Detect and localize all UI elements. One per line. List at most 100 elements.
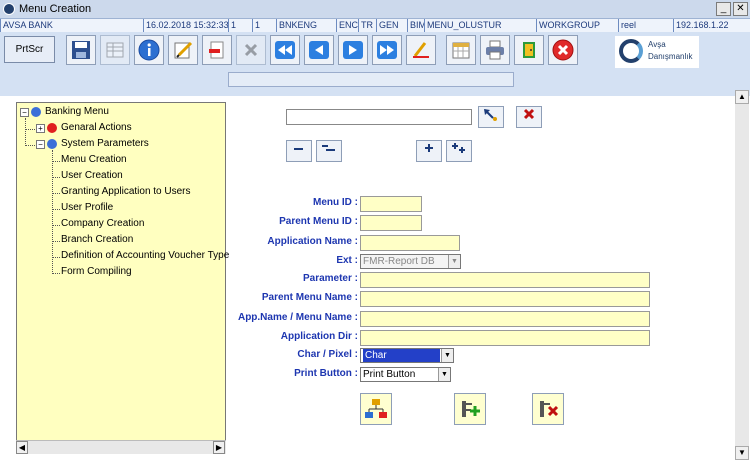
application-name-field[interactable]	[360, 235, 460, 251]
info-icon[interactable]	[134, 35, 164, 65]
collapse-icon[interactable]: −	[20, 108, 29, 117]
app-icon	[3, 3, 15, 15]
progress-bar	[228, 72, 514, 87]
red-x-icon	[523, 108, 535, 120]
edit-icon[interactable]	[168, 35, 198, 65]
grid-icon[interactable]	[100, 35, 130, 65]
hierarchy-button[interactable]	[360, 393, 392, 425]
logo-text: Avşa	[648, 40, 666, 49]
folder-icon	[47, 123, 57, 133]
window-title: Menu Creation	[19, 3, 92, 15]
print-button-select[interactable]: Print Button ▼	[360, 367, 451, 382]
tree-group[interactable]: System Parameters	[61, 138, 149, 149]
company-logo: Avşa Danışmanlık	[615, 36, 699, 68]
clear-icon[interactable]	[406, 35, 436, 65]
application-dir-label: Application Dir :	[280, 331, 358, 342]
parent-menu-name-label: Parent Menu Name :	[261, 292, 358, 303]
application-dir-field[interactable]	[360, 330, 650, 346]
ext-value: FMR-Report DB	[363, 256, 435, 267]
prtscr-button[interactable]: PrtScr	[4, 36, 55, 63]
indent-icon	[322, 145, 335, 151]
parent-menu-id-label: Parent Menu ID :	[279, 216, 358, 227]
tree-group[interactable]: Genaral Actions	[61, 122, 132, 133]
add-record-button[interactable]	[454, 393, 486, 425]
outdent-icon	[294, 148, 303, 150]
app-menu-name-field[interactable]	[360, 311, 650, 327]
session-ip: 192.168.1.22	[673, 19, 750, 32]
ext-select[interactable]: FMR-Report DB ▼	[360, 254, 461, 269]
session-field: MENU_OLUSTUR	[424, 19, 536, 32]
chevron-down-icon[interactable]: ▼	[441, 349, 453, 362]
session-field: 1	[252, 19, 276, 32]
find-button[interactable]	[478, 106, 504, 128]
cancel-icon[interactable]	[548, 35, 578, 65]
char-pixel-select[interactable]: Char ▼	[360, 348, 454, 363]
scroll-up-icon[interactable]: ▲	[735, 90, 749, 104]
char-pixel-label: Char / Pixel :	[297, 349, 358, 360]
plus-icon	[425, 144, 433, 152]
parameter-label: Parameter :	[302, 273, 358, 284]
session-datetime: 16.02.2018 15:32:33	[143, 19, 228, 32]
folder-icon	[47, 139, 57, 149]
application-name-label: Application Name :	[267, 236, 358, 247]
delete-record-button[interactable]	[532, 393, 564, 425]
move-right-button[interactable]	[316, 140, 342, 162]
delete-icon[interactable]	[236, 35, 266, 65]
close-button[interactable]: ✕	[733, 2, 748, 16]
parent-menu-id-field[interactable]	[360, 215, 422, 231]
tree-item-user-creation[interactable]: User Creation	[61, 170, 123, 181]
expand-icon[interactable]: +	[36, 124, 45, 133]
menu-tree[interactable]: − Banking Menu + Genaral Actions − Syste…	[16, 102, 229, 454]
remove-icon[interactable]	[202, 35, 232, 65]
clear-search-button[interactable]	[516, 106, 542, 128]
tree-item-menu-creation[interactable]: Menu Creation	[61, 154, 127, 165]
scroll-right-icon[interactable]: ▶	[213, 441, 225, 454]
tree-root[interactable]: Banking Menu	[45, 106, 109, 117]
tree-item-company-creation[interactable]: Company Creation	[61, 218, 144, 229]
app-menu-name-label: App.Name / Menu Name :	[237, 312, 358, 323]
session-field: TR	[358, 19, 376, 32]
bank-name: AVSA BANK	[0, 19, 143, 32]
parameter-field[interactable]	[360, 272, 650, 288]
session-field: WORKGROUP	[536, 19, 618, 32]
char-pixel-value: Char	[363, 349, 440, 362]
chevron-down-icon[interactable]: ▼	[438, 368, 450, 381]
collapse-icon[interactable]: −	[36, 140, 45, 149]
expand-node-button[interactable]	[416, 140, 442, 162]
save-icon[interactable]	[66, 35, 96, 65]
expand-all-button[interactable]	[446, 140, 472, 162]
tree-item-user-profile[interactable]: User Profile	[61, 202, 113, 213]
chevron-down-icon[interactable]: ▼	[448, 255, 460, 268]
add-record-icon	[462, 401, 480, 417]
find-icon	[484, 109, 497, 121]
tree-item-granting-application[interactable]: Granting Application to Users	[61, 186, 191, 197]
tree-item-form-compiling[interactable]: Form Compiling	[61, 266, 132, 277]
logo-text: Danışmanlık	[648, 52, 693, 61]
print-icon[interactable]	[480, 35, 510, 65]
next-icon[interactable]	[338, 35, 368, 65]
scroll-left-icon[interactable]: ◀	[16, 441, 28, 454]
session-field: 1	[228, 19, 252, 32]
tree-item-branch-creation[interactable]: Branch Creation	[61, 234, 133, 245]
minimize-button[interactable]: _	[716, 2, 731, 16]
title-bar: Menu Creation _ ✕	[0, 0, 750, 19]
form-vertical-scrollbar[interactable]: ▲ ▼	[735, 90, 749, 460]
tree-horizontal-scrollbar[interactable]: ◀ ▶	[16, 440, 226, 454]
ext-label: Ext :	[336, 255, 358, 266]
parent-menu-name-field[interactable]	[360, 291, 650, 307]
first-icon[interactable]	[270, 35, 300, 65]
folder-icon	[31, 107, 41, 117]
menu-id-label: Menu ID :	[313, 197, 358, 208]
exit-door-icon[interactable]	[514, 35, 544, 65]
session-field: BNKENG	[276, 19, 336, 32]
print-button-value: Print Button	[363, 369, 416, 380]
calendar-icon[interactable]	[446, 35, 476, 65]
tree-item-voucher-type[interactable]: Definition of Accounting Voucher Type	[61, 250, 229, 261]
menu-id-field[interactable]	[360, 196, 422, 212]
search-input[interactable]	[286, 109, 472, 125]
scroll-down-icon[interactable]: ▼	[735, 446, 749, 460]
last-icon[interactable]	[372, 35, 402, 65]
previous-icon[interactable]	[304, 35, 334, 65]
hierarchy-icon	[365, 399, 387, 418]
move-left-button[interactable]	[286, 140, 312, 162]
